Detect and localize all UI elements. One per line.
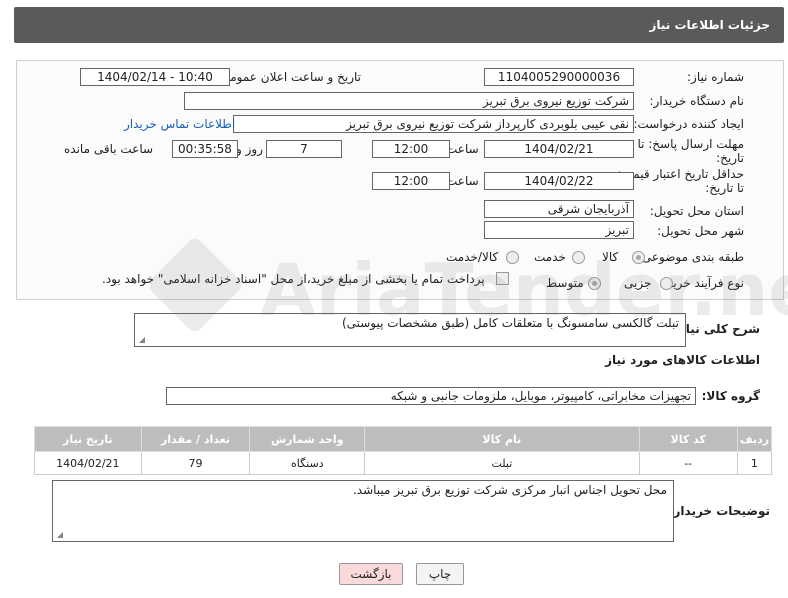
- cell-name: تبلت: [364, 451, 640, 475]
- need-number-label: شماره نیاز:: [687, 70, 744, 84]
- col-date-header: تاریخ نیاز: [34, 426, 142, 452]
- need-number-field: 1104005290000036: [484, 68, 634, 86]
- cell-row: 1: [736, 451, 773, 475]
- buyer-notes-text: محل تحویل اجناس انبار مرکزی شرکت توزیع ب…: [352, 483, 667, 497]
- page-title: جزئیات اطلاعات نیاز: [649, 18, 770, 32]
- resize-grip-icon[interactable]: ◢: [137, 336, 145, 344]
- validity-label-line2: تا تاریخ:: [705, 181, 744, 195]
- goods-group-field: تجهیزات مخابراتی، کامپیوتر، موبایل، ملزو…: [166, 387, 696, 405]
- cell-unit: دستگاه: [249, 451, 366, 475]
- validity-time-label: ساعت: [446, 174, 479, 188]
- deadline-label-line2: تاریخ:: [716, 151, 744, 165]
- days-label: روز و: [236, 142, 263, 156]
- buyer-org-field: شرکت توزیع نیروی برق تبریز: [184, 92, 634, 110]
- announce-date-field: 1404/02/14 - 10:40: [80, 68, 230, 86]
- time-remaining-field: 00:35:58: [172, 140, 238, 158]
- cell-qty: 79: [140, 451, 251, 475]
- cell-code: --: [638, 451, 738, 475]
- deadline-time-field: 12:00: [372, 140, 450, 158]
- goods-group-label: گروه کالا:: [701, 389, 760, 403]
- deadline-time-label: ساعت: [446, 142, 479, 156]
- validity-date-field: 1404/02/22: [484, 172, 634, 190]
- col-name-header: نام کالا: [364, 426, 640, 452]
- cell-date: 1404/02/21: [34, 451, 142, 475]
- deadline-label-line1: مهلت ارسال پاسخ: تا: [637, 137, 744, 151]
- deadline-date-field: 1404/02/21: [484, 140, 634, 158]
- table-row: 1 -- تبلت دستگاه 79 1404/02/21: [34, 451, 773, 475]
- col-qty-header: تعداد / مقدار: [140, 426, 251, 452]
- buyer-notes-label: توضیحات خریدار:: [668, 504, 770, 518]
- creator-field: نقی عیبی بلوبردی کارپرداز شرکت توزیع نیر…: [233, 115, 634, 133]
- goods-table-header: ردیف کد کالا نام کالا واحد شمارش تعداد /…: [34, 426, 773, 452]
- province-field: آذربایجان شرقی: [484, 200, 634, 218]
- watermark-text: AriaTender.net: [260, 248, 788, 332]
- province-label: استان محل تحویل:: [649, 204, 744, 218]
- buyer-contact-link[interactable]: اطلاعات تماس خریدار: [124, 117, 235, 131]
- col-row-header: ردیف: [736, 426, 773, 452]
- buyer-org-label: نام دستگاه خریدار:: [649, 94, 745, 108]
- goods-table: ردیف کد کالا نام کالا واحد شمارش تعداد /…: [34, 426, 773, 475]
- validity-label-line1: حداقل تاریخ اعتبار قیمت:: [617, 167, 744, 181]
- page-header: جزئیات اطلاعات نیاز: [14, 7, 784, 43]
- back-button[interactable]: بازگشت: [339, 563, 403, 585]
- resize-grip-icon[interactable]: ◢: [55, 531, 63, 539]
- buyer-notes-field: محل تحویل اجناس انبار مرکزی شرکت توزیع ب…: [52, 480, 674, 542]
- col-code-header: کد کالا: [638, 426, 738, 452]
- creator-label: ایجاد کننده درخواست:: [633, 117, 744, 131]
- validity-time-field: 12:00: [372, 172, 450, 190]
- print-button[interactable]: چاپ: [416, 563, 464, 585]
- col-unit-header: واحد شمارش: [249, 426, 366, 452]
- time-remaining-label: ساعت باقی مانده: [64, 142, 154, 156]
- watermark-logo: AriaTender.net: [150, 238, 788, 332]
- days-remaining-field: 7: [266, 140, 342, 158]
- announce-date-label: تاریخ و ساعت اعلان عمومی:: [216, 70, 361, 84]
